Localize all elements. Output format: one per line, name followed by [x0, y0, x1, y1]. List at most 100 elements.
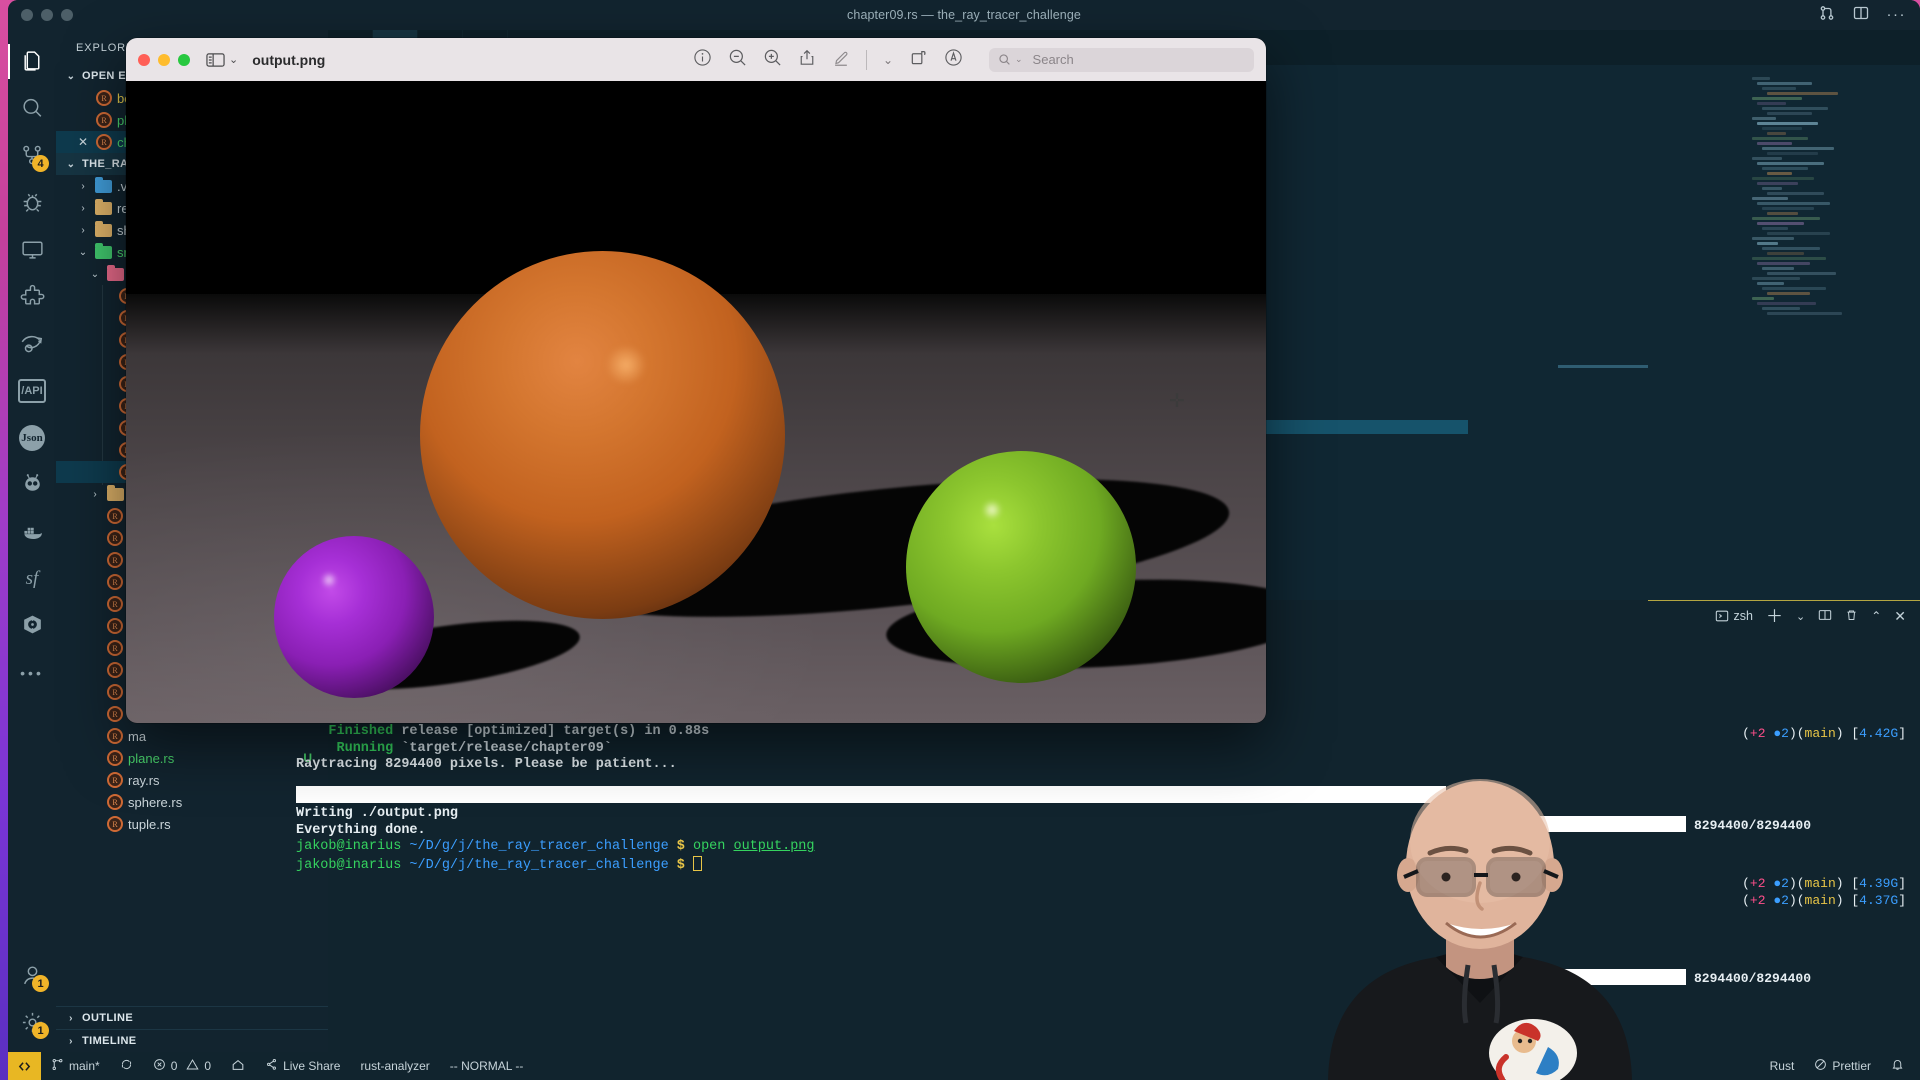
rust-file-icon: R: [107, 508, 123, 524]
git-branch-name: main: [1804, 893, 1836, 908]
terminal-icon[interactable]: zsh: [1715, 609, 1753, 623]
sidebar-item-kubernetes[interactable]: [8, 602, 56, 649]
minimap-line: [1762, 307, 1800, 310]
green-sphere-specular: [982, 501, 1002, 519]
split-editor-icon[interactable]: [1853, 5, 1869, 26]
remote-window-indicator[interactable]: [8, 1052, 41, 1080]
sidebar-item-gitlens[interactable]: [8, 461, 56, 508]
sidebar-item-json-tools[interactable]: Json: [8, 414, 56, 461]
minimap-line: [1752, 157, 1782, 160]
sidebar-item-search[interactable]: [8, 85, 56, 132]
terminal-panel-right[interactable]: zsh ＋ ⌄ ⌃ ✕ (+2 ●2)(main) [4.42G] 8294400…: [1508, 600, 1920, 1080]
preview-traffic-lights[interactable]: [138, 53, 190, 66]
chevron-down-icon[interactable]: ⌄: [229, 53, 238, 66]
editor-minimap[interactable]: [1752, 77, 1842, 317]
status-prettier[interactable]: Prettier: [1804, 1052, 1881, 1080]
git-modified-dot: ●: [1773, 893, 1782, 908]
minimap-line: [1757, 222, 1804, 225]
preview-sidebar-toggle[interactable]: ⌄: [206, 52, 238, 68]
activity-bar: 4 /API Json sf ••• 1 1: [8, 30, 56, 1052]
tree-file-row[interactable]: Rsphere.rs: [56, 791, 328, 813]
section-timeline[interactable]: › TIMELINE: [56, 1029, 328, 1052]
terminal-cursor: [692, 855, 702, 871]
zoom-in-icon[interactable]: [763, 48, 782, 72]
progress-label: 8294400/8294400: [1694, 818, 1812, 833]
new-terminal-icon[interactable]: ＋: [1766, 608, 1783, 625]
tree-file-row[interactable]: Rtuple.rs: [56, 813, 328, 835]
preview-minimize-button[interactable]: [158, 53, 170, 66]
chevron-up-icon[interactable]: ⌃: [1871, 609, 1881, 623]
minimap-line: [1752, 237, 1794, 240]
rendered-image[interactable]: ✛: [126, 81, 1266, 723]
terminal-right-prompt: (+2 ●2)(main) [4.42G]: [1742, 726, 1906, 741]
sidebar-item-run-and-debug[interactable]: [8, 179, 56, 226]
prompt-paren: )(: [1788, 726, 1805, 741]
sidebar-item-additional-views[interactable]: •••: [8, 649, 56, 696]
chevron-down-icon: ⌄: [66, 158, 76, 170]
sidebar-item-thunder-client[interactable]: [8, 320, 56, 367]
minimap-line: [1757, 122, 1818, 125]
warning-icon: [186, 1058, 200, 1074]
terminal-segment: Raytracing 8294400 pixels. Please be pat…: [296, 757, 677, 773]
close-icon[interactable]: ✕: [78, 135, 88, 149]
minimap-line: [1752, 177, 1814, 180]
chevron-right-icon[interactable]: ›: [76, 225, 90, 236]
section-outline[interactable]: › OUTLINE: [56, 1006, 328, 1029]
prompt-paren: )(: [1788, 876, 1805, 891]
source-control-graph-icon[interactable]: [1819, 5, 1835, 26]
sidebar-item-extensions[interactable]: [8, 273, 56, 320]
folder-icon: [95, 242, 112, 259]
status-language-mode[interactable]: Rust: [1760, 1052, 1805, 1080]
sidebar-item-settings[interactable]: 1: [8, 999, 56, 1046]
status-problems[interactable]: 0 0: [143, 1052, 221, 1080]
status-ports[interactable]: [221, 1052, 255, 1080]
chevron-right-icon[interactable]: ›: [76, 181, 90, 192]
close-panel-icon[interactable]: ✕: [1894, 608, 1906, 625]
info-icon[interactable]: [693, 48, 712, 72]
preview-zoom-button[interactable]: [178, 53, 190, 66]
chevron-down-icon[interactable]: ⌄: [1796, 610, 1805, 623]
prompt-paren: ) [: [1835, 876, 1860, 891]
terminal-segment: Finished: [296, 724, 402, 740]
kill-terminal-icon[interactable]: [1845, 608, 1858, 625]
crosshair-cursor: ✛: [1169, 391, 1185, 412]
more-actions-icon[interactable]: ···: [1887, 7, 1907, 22]
prompt-paren: ]: [1898, 876, 1906, 891]
markup-pen-icon[interactable]: [832, 48, 850, 72]
prompt-paren: (: [1742, 893, 1750, 908]
sidebar-item-remote-explorer[interactable]: [8, 226, 56, 273]
memory-usage: 4.39G: [1859, 876, 1899, 891]
split-terminal-icon[interactable]: [1818, 608, 1832, 625]
preview-search-input[interactable]: ⌄ Search: [989, 47, 1254, 72]
tree-file-row[interactable]: Rma: [56, 725, 328, 747]
tree-file-row[interactable]: Rray.rs: [56, 769, 328, 791]
bell-icon: [1891, 1058, 1904, 1074]
sidebar-item-explorer[interactable]: [8, 38, 56, 85]
status-rust-analyzer[interactable]: rust-analyzer: [350, 1052, 439, 1080]
status-sync[interactable]: [110, 1052, 143, 1080]
chevron-down-icon[interactable]: ⌄: [883, 53, 893, 67]
chevron-down-icon[interactable]: ⌄: [76, 247, 90, 258]
status-branch[interactable]: main*: [41, 1052, 110, 1080]
rotate-icon[interactable]: [909, 48, 928, 72]
status-notifications[interactable]: [1881, 1052, 1920, 1080]
sidebar-item-accounts[interactable]: 1: [8, 952, 56, 999]
share-icon[interactable]: [798, 48, 816, 72]
chevron-right-icon[interactable]: ›: [76, 203, 90, 214]
tree-file-row[interactable]: Rplane.rs U: [56, 747, 328, 769]
status-live-share[interactable]: Live Share: [255, 1052, 350, 1080]
chevron-right-icon[interactable]: ›: [88, 489, 102, 500]
annotate-icon[interactable]: [944, 48, 963, 72]
preview-search-placeholder: Search: [1032, 52, 1074, 67]
sidebar-item-docker[interactable]: [8, 508, 56, 555]
terminal-segment: release [optimized] target(s) in 0.88s: [401, 724, 710, 740]
sidebar-item-rest-client[interactable]: /API: [8, 367, 56, 414]
chevron-down-icon[interactable]: ⌄: [88, 269, 102, 280]
prompt-paren: (: [1742, 726, 1750, 741]
git-added-count: +2: [1749, 876, 1766, 891]
sidebar-item-source-control[interactable]: 4: [8, 132, 56, 179]
terminal-line: Finished release [optimized] target(s) i…: [296, 724, 1244, 740]
zoom-out-icon[interactable]: [728, 48, 747, 72]
sidebar-item-symfony[interactable]: sf: [8, 555, 56, 602]
preview-close-button[interactable]: [138, 53, 150, 66]
